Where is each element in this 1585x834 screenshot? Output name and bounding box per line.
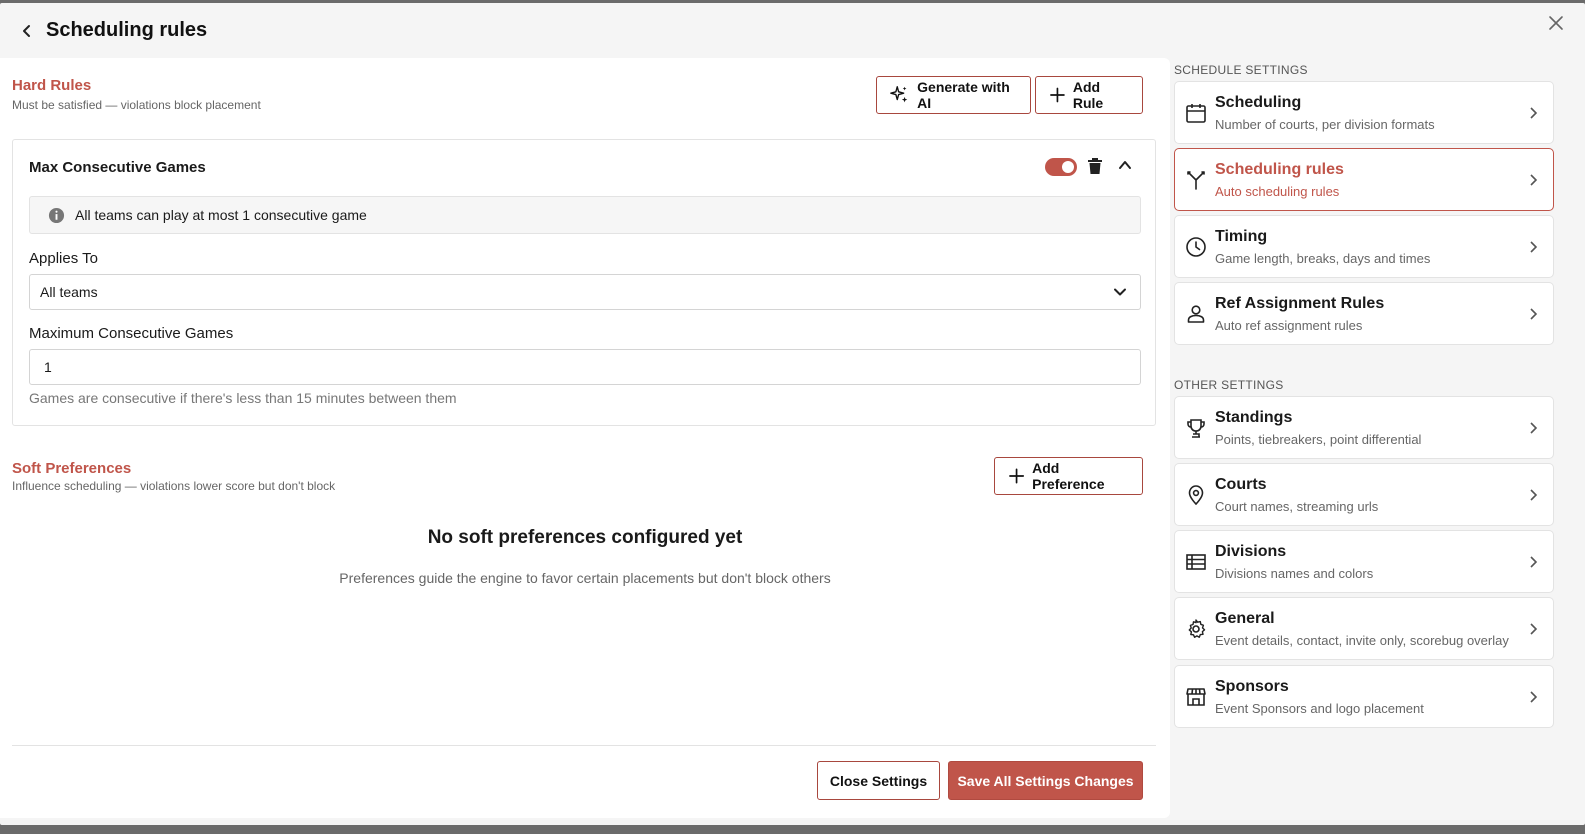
add-preference-label: Add Preference <box>1032 460 1105 492</box>
sidebar-item-subtitle: Auto ref assignment rules <box>1215 318 1363 333</box>
soft-prefs-subtitle: Influence scheduling — violations lower … <box>12 479 336 493</box>
main-panel: Hard Rules Must be satisfied — violation… <box>0 58 1170 818</box>
chevron-right-icon <box>1530 308 1538 320</box>
sidebar-item-title: Scheduling rules <box>1215 161 1344 178</box>
applies-to-label: Applies To <box>29 250 98 267</box>
chevron-right-icon <box>1530 489 1538 501</box>
add-rule-label: Add Rule <box>1072 79 1104 111</box>
applies-to-value: All teams <box>40 284 98 300</box>
empty-state-subtitle: Preferences guide the engine to favor ce… <box>339 570 831 586</box>
sidebar-item-subtitle: Divisions names and colors <box>1215 566 1374 581</box>
add-rule-button[interactable]: Add Rule <box>1035 76 1143 114</box>
sparkles-icon <box>890 86 908 103</box>
trophy-icon <box>1187 419 1205 438</box>
chevron-right-icon <box>1530 107 1538 119</box>
generate-with-ai-label: Generate with AI <box>917 79 1010 111</box>
schedule-settings-heading: SCHEDULE SETTINGS <box>1174 63 1308 77</box>
trash-icon <box>1088 158 1102 174</box>
sidebar-item-subtitle: Event details, contact, invite only, sco… <box>1215 633 1509 648</box>
sidebar-item-title: Courts <box>1215 476 1267 493</box>
rule-card: Max Consecutive Games All teams can play… <box>12 139 1156 426</box>
back-button[interactable] <box>16 20 38 42</box>
sidebar-item-divisions[interactable]: Divisions Divisions names and colors <box>1174 530 1554 593</box>
page-title: Scheduling rules <box>46 19 208 41</box>
close-button[interactable] <box>1545 12 1567 34</box>
sidebar-item-title: Sponsors <box>1215 678 1289 695</box>
sidebar-item-scheduling[interactable]: Scheduling Number of courts, per divisio… <box>1174 81 1554 144</box>
sidebar-item-title: Scheduling <box>1215 94 1302 111</box>
max-consecutive-label: Maximum Consecutive Games <box>29 325 234 342</box>
delete-rule-button[interactable] <box>1087 157 1105 177</box>
footer-divider <box>12 745 1156 746</box>
sidebar-item-title: Ref Assignment Rules <box>1215 295 1385 312</box>
list-icon <box>1186 554 1206 570</box>
storefront-icon <box>1186 688 1206 706</box>
consecutive-hint: Games are consecutive if there's less th… <box>29 390 457 406</box>
plus-icon <box>1009 468 1025 484</box>
sidebar-item-standings[interactable]: Standings Points, tiebreakers, point dif… <box>1174 396 1554 459</box>
sidebar-item-subtitle: Points, tiebreakers, point differential <box>1215 432 1422 447</box>
chevron-down-icon <box>1114 288 1126 296</box>
hard-rules-title: Hard Rules <box>12 77 92 94</box>
sidebar-item-sponsors[interactable]: Sponsors Event Sponsors and logo placeme… <box>1174 665 1554 728</box>
toggle-knob <box>1062 161 1074 173</box>
rule-info-box: All teams can play at most 1 consecutive… <box>29 196 1141 234</box>
close-icon <box>1549 16 1563 30</box>
chevron-up-icon <box>1119 161 1131 169</box>
applies-to-select[interactable]: All teams <box>29 274 1141 310</box>
chevron-right-icon <box>1530 556 1538 568</box>
sidebar-item-subtitle: Number of courts, per division formats <box>1215 117 1435 132</box>
rule-info-text: All teams can play at most 1 consecutive… <box>75 207 367 223</box>
sidebar-item-ref-assignment-rules[interactable]: Ref Assignment Rules Auto ref assignment… <box>1174 282 1554 345</box>
hard-rules-subtitle: Must be satisfied — violations block pla… <box>12 98 261 112</box>
close-settings-button[interactable]: Close Settings <box>817 761 940 800</box>
person-icon <box>1187 305 1205 323</box>
info-icon <box>48 207 65 223</box>
sidebar-item-courts[interactable]: Courts Court names, streaming urls <box>1174 463 1554 526</box>
generate-with-ai-button[interactable]: Generate with AI <box>876 76 1031 114</box>
sidebar-item-general[interactable]: General Event details, contact, invite o… <box>1174 597 1554 660</box>
save-settings-button[interactable]: Save All Settings Changes <box>948 761 1143 800</box>
add-preference-button[interactable]: Add Preference <box>994 457 1143 495</box>
sidebar-item-subtitle: Court names, streaming urls <box>1215 499 1379 514</box>
chevron-left-icon <box>23 25 30 37</box>
settings-modal: Scheduling rules Hard Rules Must be sati… <box>0 3 1585 825</box>
rule-name: Max Consecutive Games <box>29 159 206 176</box>
chevron-right-icon <box>1530 422 1538 434</box>
sidebar-item-timing[interactable]: Timing Game length, breaks, days and tim… <box>1174 215 1554 278</box>
chevron-right-icon <box>1530 623 1538 635</box>
sidebar-item-title: Divisions <box>1215 543 1287 560</box>
sidebar-item-subtitle: Event Sponsors and logo placement <box>1215 701 1424 716</box>
collapse-rule-button[interactable] <box>1117 157 1137 177</box>
sidebar-item-title: Timing <box>1215 228 1268 245</box>
sidebar-item-title: Standings <box>1215 409 1293 426</box>
soft-prefs-title: Soft Preferences <box>12 460 132 477</box>
plus-icon <box>1050 87 1065 103</box>
gear-icon <box>1188 619 1206 638</box>
sidebar-item-subtitle: Game length, breaks, days and times <box>1215 251 1431 266</box>
calendar-icon <box>1186 104 1206 123</box>
sidebar-item-scheduling-rules[interactable]: Scheduling rules Auto scheduling rules <box>1174 148 1554 211</box>
chevron-right-icon <box>1530 691 1538 703</box>
empty-state-title: No soft preferences configured yet <box>427 527 743 548</box>
chevron-right-icon <box>1530 241 1538 253</box>
location-pin-icon <box>1188 485 1204 506</box>
sidebar-item-title: General <box>1215 610 1275 627</box>
chevron-right-icon <box>1530 174 1538 186</box>
fork-icon <box>1187 171 1205 190</box>
sidebar-item-subtitle: Auto scheduling rules <box>1215 184 1340 199</box>
other-settings-heading: OTHER SETTINGS <box>1174 378 1284 392</box>
max-consecutive-input[interactable] <box>29 349 1141 385</box>
clock-icon <box>1186 237 1206 257</box>
rule-enabled-toggle[interactable] <box>1045 158 1077 176</box>
modal-header: Scheduling rules <box>0 3 1585 59</box>
